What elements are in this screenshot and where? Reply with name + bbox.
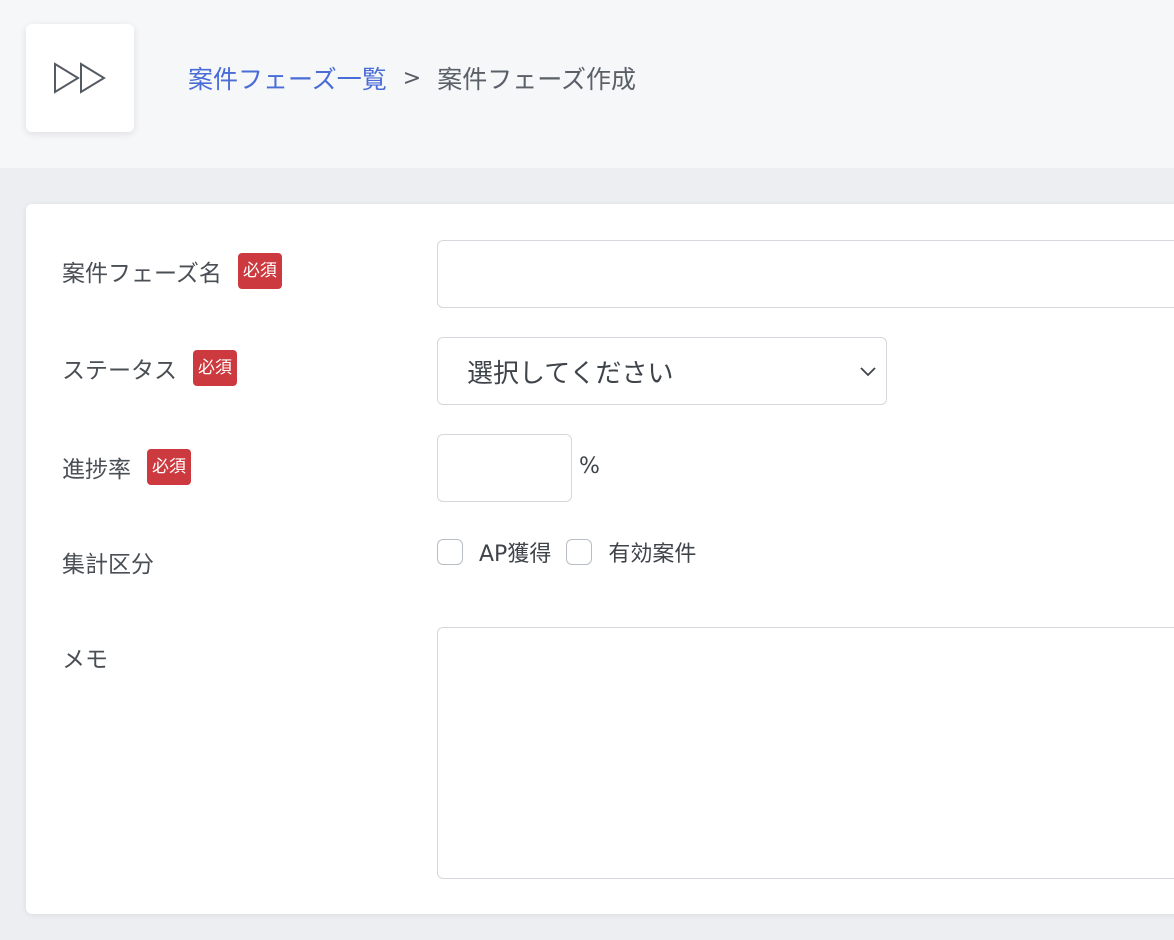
top-bar: 案件フェーズ一覧 > 案件フェーズ作成 [0, 0, 1174, 168]
breadcrumb-link-phase-list[interactable]: 案件フェーズ一覧 [188, 60, 387, 96]
aggregation-options: AP獲得 有効案件 [437, 536, 711, 568]
required-badge: 必須 [237, 253, 282, 289]
required-badge: 必須 [147, 449, 191, 485]
status-label: ステータス 必須 [62, 350, 237, 386]
valid-deal-label[interactable]: 有効案件 [608, 536, 696, 568]
phase-name-label-text: 案件フェーズ名 [62, 261, 222, 287]
ap-acquired-label[interactable]: AP獲得 [479, 536, 551, 568]
form-card: 案件フェーズ名 必須 ステータス 必須 選択してください 進捗率 必須 % 集計… [26, 204, 1174, 914]
sidebar-toggle-button[interactable] [26, 24, 134, 132]
status-select-value: 選択してください [467, 358, 674, 389]
phase-name-label: 案件フェーズ名 必須 [62, 253, 282, 289]
aggregation-label-text: 集計区分 [62, 552, 154, 578]
memo-label: メモ [62, 639, 108, 675]
status-select[interactable]: 選択してください [437, 337, 887, 405]
status-label-text: ステータス [62, 358, 177, 384]
progress-label-text: 進捗率 [62, 457, 131, 483]
fast-forward-icon [54, 62, 106, 94]
required-badge: 必須 [193, 350, 237, 386]
ap-acquired-checkbox[interactable] [437, 539, 463, 565]
breadcrumb: 案件フェーズ一覧 > 案件フェーズ作成 [188, 58, 636, 98]
phase-name-input[interactable] [437, 240, 1174, 308]
chevron-down-icon [860, 367, 876, 377]
percent-unit: % [579, 454, 600, 479]
breadcrumb-current-page: 案件フェーズ作成 [437, 65, 636, 94]
valid-deal-checkbox[interactable] [566, 539, 593, 565]
aggregation-label: 集計区分 [62, 544, 154, 580]
memo-textarea[interactable] [437, 627, 1174, 879]
progress-label: 進捗率 必須 [62, 449, 191, 485]
breadcrumb-separator: > [402, 65, 422, 91]
progress-input[interactable] [437, 434, 572, 502]
memo-label-text: メモ [62, 647, 108, 673]
